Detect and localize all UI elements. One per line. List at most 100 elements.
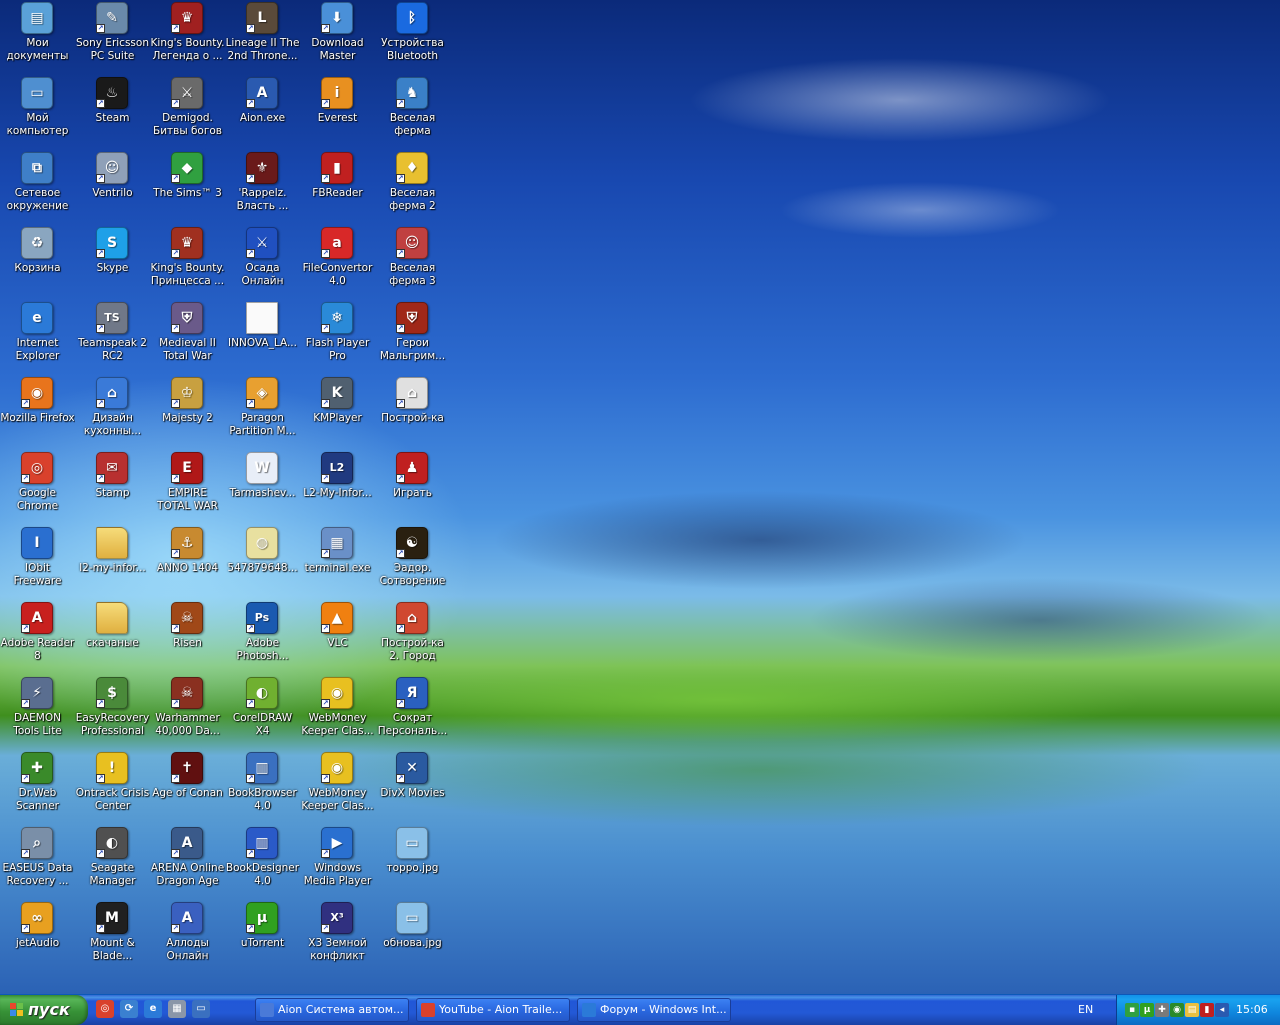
desktop-icon[interactable]: L ↗ Lineage II The 2nd Throne... <box>225 0 300 75</box>
desktop-icon[interactable]: E ↗ EMPIRE TOTAL WAR <box>150 450 225 525</box>
desktop-icon[interactable]: ♔ ↗ Majesty 2 <box>150 375 225 450</box>
desktop-icon[interactable]: ◉ ↗ Mozilla Firefox <box>0 375 75 450</box>
desktop-icon[interactable]: A ↗ ARENA Online Dragon Age <box>150 825 225 900</box>
desktop-icon[interactable]: K ↗ KMPlayer <box>300 375 375 450</box>
desktop-icon[interactable]: i ↗ Everest <box>300 75 375 150</box>
desktop-icon[interactable]: скачаные <box>75 600 150 675</box>
desktop-icon[interactable]: ▥ ↗ BookBrowser 4.0 <box>225 750 300 825</box>
language-indicator[interactable]: EN <box>1078 995 1093 1025</box>
desktop-icon[interactable]: e Internet Explorer <box>0 300 75 375</box>
taskbar-window-button[interactable]: Aion Система автом... <box>255 998 409 1022</box>
internet-explorer-icon[interactable]: e <box>144 1000 162 1018</box>
desktop-icon[interactable]: I IObit Freeware <box>0 525 75 600</box>
desktop-icon[interactable]: ⚔ ↗ Осада Онлайн <box>225 225 300 300</box>
desktop-icon[interactable]: ✎ ↗ Sony Ericsson PC Suite <box>75 0 150 75</box>
desktop-icon[interactable]: ♛ ↗ King's Bounty. Принцесса ... <box>150 225 225 300</box>
desktop-icon[interactable]: M ↗ Mount & Blade... <box>75 900 150 975</box>
desktop-icon[interactable]: ◐ ↗ Seagate Manager <box>75 825 150 900</box>
shortcut-arrow-icon: ↗ <box>396 174 405 183</box>
desktop-icon[interactable]: ✕ ↗ DivX Movies <box>375 750 450 825</box>
chrome-icon[interactable]: ◎ <box>96 1000 114 1018</box>
desktop-icon[interactable]: ♨ ↗ Steam <box>75 75 150 150</box>
desktop-icon[interactable]: ◉ ↗ WebMoney Keeper Clas... <box>300 675 375 750</box>
desktop-icon[interactable]: a ↗ FileConvertor 4.0 <box>300 225 375 300</box>
taskbar-window-button[interactable]: Форум - Windows Int... <box>577 998 731 1022</box>
desktop-icon[interactable]: ⚓ ↗ ANNO 1404 <box>150 525 225 600</box>
desktop-icon[interactable]: ∞ ↗ jetAudio <box>0 900 75 975</box>
desktop-icon[interactable]: INNOVA_LA... <box>225 300 300 375</box>
drweb-tray-icon[interactable]: ✚ <box>1155 1003 1169 1017</box>
desktop-icon[interactable]: ◉ ↗ WebMoney Keeper Clas... <box>300 750 375 825</box>
desktop-icon[interactable]: W Tarmashev... <box>225 450 300 525</box>
desktop-icon[interactable]: ⌂ ↗ Дизайн кухонны... <box>75 375 150 450</box>
desktop-icon[interactable]: l2-my-infor... <box>75 525 150 600</box>
desktop-icon[interactable]: ▭ торро.jpg <box>375 825 450 900</box>
desktop-icon[interactable]: µ ↗ uTorrent <box>225 900 300 975</box>
show-desktop-icon[interactable]: ▭ <box>192 1000 210 1018</box>
desktop-icon[interactable]: ☯ ↗ Эадор. Сотворение <box>375 525 450 600</box>
desktop-icon[interactable]: A ↗ Аллоды Онлайн <box>150 900 225 975</box>
desktop-icon[interactable]: ✚ ↗ Dr.Web Scanner <box>0 750 75 825</box>
desktop-icon[interactable]: ◍ 547879648... <box>225 525 300 600</box>
desktop-icon[interactable]: X³ ↗ X3 Земной конфликт <box>300 900 375 975</box>
desktop-icon[interactable]: ▥ ↗ BookDesigner 4.0 <box>225 825 300 900</box>
desktop-icon[interactable]: ♟ ↗ Играть <box>375 450 450 525</box>
desktop-icon[interactable]: ✝ ↗ Age of Conan <box>150 750 225 825</box>
desktop-icon[interactable]: ▤ Мои документы <box>0 0 75 75</box>
desktop-icon[interactable]: ▲ ↗ VLC <box>300 600 375 675</box>
desktop-icon[interactable]: ♛ ↗ King's Bounty. Легенда о ... <box>150 0 225 75</box>
desktop-icon[interactable]: ⬇ ↗ Download Master <box>300 0 375 75</box>
desktop-icon[interactable]: ♻ Корзина <box>0 225 75 300</box>
desktop-icon[interactable]: ⚡ ↗ DAEMON Tools Lite <box>0 675 75 750</box>
desktop-icon[interactable]: ⌕ ↗ EASEUS Data Recovery ... <box>0 825 75 900</box>
desktop-icon[interactable]: ◎ ↗ Google Chrome <box>0 450 75 525</box>
desktop-icon[interactable]: ⌂ ↗ Построй-ка <box>375 375 450 450</box>
desktop-icon[interactable]: $ ↗ EasyRecovery Professional <box>75 675 150 750</box>
desktop-icon[interactable]: Я ↗ Сократ Персональ... <box>375 675 450 750</box>
desktop-icon[interactable]: ⛨ ↗ Medieval II Total War <box>150 300 225 375</box>
desktop-icon[interactable]: ▶ ↗ Windows Media Player <box>300 825 375 900</box>
desktop-icon[interactable]: ❄ ↗ Flash Player Pro <box>300 300 375 375</box>
desktop-icon[interactable]: Ps ↗ Adobe Photosh... <box>225 600 300 675</box>
network-tray-icon[interactable]: ▪ <box>1125 1003 1139 1017</box>
start-button[interactable]: пуск <box>0 995 88 1025</box>
clock[interactable]: 15:06 <box>1236 995 1268 1025</box>
desktop-icon[interactable]: ♦ ↗ Веселая ферма 2 <box>375 150 450 225</box>
desktop-icon[interactable]: ♞ ↗ Веселая ферма <box>375 75 450 150</box>
desktop-icon[interactable]: ⧉ Сетевое окружение <box>0 150 75 225</box>
desktop-icon[interactable]: ◈ ↗ Paragon Partition M... <box>225 375 300 450</box>
refresh-icon[interactable]: ⟳ <box>120 1000 138 1018</box>
desktop-icon[interactable]: ◆ ↗ The Sims™ 3 <box>150 150 225 225</box>
desktop-icon[interactable]: ▮ ↗ FBReader <box>300 150 375 225</box>
desktop-icon[interactable]: ⌂↗Построй-ка 2. Город мечты <box>375 600 450 675</box>
desktop-icon[interactable]: ☠ ↗ Risen <box>150 600 225 675</box>
desktop-icon[interactable]: S ↗ Skype <box>75 225 150 300</box>
desktop-icon[interactable]: L2 ↗ L2-My-Infor... <box>300 450 375 525</box>
desktop-icon[interactable]: ☺ ↗ Ventrilo <box>75 150 150 225</box>
desktop-icon-label: Корзина <box>14 262 61 274</box>
desktop-icon[interactable]: ◐ ↗ CorelDRAW X4 <box>225 675 300 750</box>
desktop-icon[interactable]: ⛨ ↗ Герои Мальгрим... <box>375 300 450 375</box>
desktop-icon[interactable]: ⚔ ↗ Demigod. Битвы богов <box>150 75 225 150</box>
desktop-icon[interactable]: ✉ ↗ Stamp <box>75 450 150 525</box>
calculator-icon[interactable]: ▦ <box>168 1000 186 1018</box>
desktop-icon[interactable]: ⚜ ↗ 'Rappelz. Власть ... <box>225 150 300 225</box>
desktop-icon[interactable]: ▭ Мой компьютер <box>0 75 75 150</box>
desktop-icon[interactable]: ᛒ Устройства Bluetooth <box>375 0 450 75</box>
desktop-icon[interactable]: ☠ ↗ Warhammer 40,000 Da... <box>150 675 225 750</box>
shortcut-arrow-icon: ↗ <box>396 324 405 333</box>
volume-icon[interactable]: ◂ <box>1215 1003 1229 1017</box>
desktop-icon[interactable]: TS ↗ Teamspeak 2 RC2 <box>75 300 150 375</box>
desktop-icon[interactable]: A ↗ Adobe Reader 8 <box>0 600 75 675</box>
taskbar-window-button[interactable]: YouTube - Aion Traile... <box>416 998 570 1022</box>
punto-tray-icon[interactable]: ▮ <box>1200 1003 1214 1017</box>
antivirus-tray-icon[interactable]: ◉ <box>1170 1003 1184 1017</box>
desktop-icon[interactable]: ▦ ↗ terminal.exe <box>300 525 375 600</box>
desktop-icon[interactable]: ☺ ↗ Веселая ферма 3 <box>375 225 450 300</box>
desktop-icon[interactable]: ! ↗ Ontrack Crisis Center <box>75 750 150 825</box>
utorrent-tray-icon[interactable]: µ <box>1140 1003 1154 1017</box>
desktop-icon[interactable]: ▭ обнова.jpg <box>375 900 450 975</box>
desktop[interactable]: ▤ Мои документы ▭ Мой компьютер ⧉ Сетевое окр… <box>0 0 1280 994</box>
desktop-icon[interactable]: A ↗ Aion.exe <box>225 75 300 150</box>
notes-tray-icon[interactable]: ▤ <box>1185 1003 1199 1017</box>
